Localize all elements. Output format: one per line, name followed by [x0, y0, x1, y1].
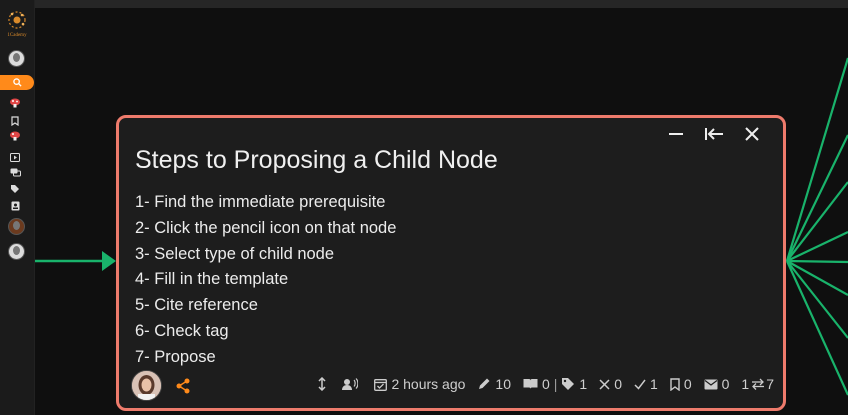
person-icon — [132, 371, 161, 400]
sidebar: 1Cademy — [0, 0, 35, 415]
x-icon — [599, 378, 610, 390]
references-button[interactable]: 0 — [523, 376, 550, 392]
swap-arrows-icon — [752, 378, 765, 390]
search-button[interactable] — [0, 75, 34, 90]
speaker-person-icon — [342, 377, 359, 390]
mushroom-icon — [10, 98, 20, 108]
correct-count: 1 — [650, 376, 658, 392]
links-button[interactable]: 1 7 — [741, 376, 774, 392]
node-content: 1- Find the immediate prerequisite 2- Cl… — [135, 190, 396, 371]
narrate-button[interactable] — [342, 377, 362, 391]
search-icon — [12, 78, 22, 87]
mushroom-icon — [10, 131, 20, 141]
timestamp-text: 2 hours ago — [391, 376, 466, 392]
step-item: 3- Select type of child node — [135, 244, 335, 263]
step-item: 4- Fill in the template — [135, 270, 289, 289]
minimize-button[interactable] — [665, 125, 687, 143]
step-item: 5- Cite reference — [135, 296, 258, 315]
step-item: 6- Check tag — [135, 321, 229, 340]
bookmark-icon — [11, 116, 19, 126]
wrong-vote-button[interactable]: 0 — [599, 376, 622, 392]
chat-icon — [10, 168, 21, 176]
logo-icon — [8, 11, 26, 29]
tag-icon — [11, 185, 19, 193]
tags-button[interactable] — [9, 184, 21, 194]
chat-button[interactable] — [9, 167, 21, 177]
upvote-button[interactable]: 10 — [477, 376, 511, 392]
card-controls — [665, 125, 763, 143]
wrong-count: 0 — [614, 376, 623, 392]
step-item: 7- Propose — [135, 347, 216, 366]
slideshow-icon — [10, 152, 20, 162]
timestamp: 2 hours ago — [374, 376, 465, 392]
pending-proposals-button[interactable] — [9, 131, 21, 141]
logo-text: 1Cademy — [7, 33, 27, 38]
references-count: 0 — [541, 376, 550, 392]
resize-button[interactable] — [318, 377, 330, 391]
contact-card-icon — [11, 201, 19, 211]
vertical-resize-icon — [318, 377, 326, 391]
calendar-check-icon — [374, 378, 388, 391]
node-card[interactable]: Steps to Proposing a Child Node 1- Find … — [116, 115, 786, 411]
node-footer: 2 hours ago 10 0 | 1 0 1 0 0 1 7 — [131, 370, 774, 402]
bookmark-icon — [670, 377, 680, 391]
messages-count: 0 — [721, 376, 730, 392]
collapse-button[interactable] — [703, 125, 725, 143]
node-title: Steps to Proposing a Child Node — [135, 146, 498, 174]
presentations-button[interactable] — [9, 152, 21, 162]
tag-icon — [562, 378, 575, 390]
user-avatar[interactable] — [8, 218, 25, 235]
tags-count: 1 — [579, 376, 588, 392]
messages-button[interactable]: 0 — [704, 376, 730, 392]
bookmarks-button[interactable] — [9, 116, 21, 126]
correct-vote-button[interactable]: 1 — [634, 376, 658, 392]
upvote-count: 10 — [495, 376, 511, 392]
bookmark-button[interactable]: 0 — [670, 376, 692, 392]
book-icon — [523, 379, 538, 389]
divider: | — [553, 376, 558, 392]
leaderboard-button[interactable] — [9, 201, 21, 211]
share-icon[interactable] — [175, 378, 191, 394]
pencil-icon — [479, 378, 490, 389]
close-button[interactable] — [741, 125, 763, 143]
user-avatar[interactable] — [8, 243, 25, 260]
notifications-button[interactable] — [9, 98, 21, 108]
children-count: 7 — [766, 376, 774, 392]
step-item: 1- Find the immediate prerequisite — [135, 193, 386, 211]
user-avatar[interactable] — [8, 50, 25, 67]
tags-button[interactable]: 1 — [561, 376, 587, 392]
node-stats: 2 hours ago 10 0 | 1 0 1 0 0 1 7 — [306, 376, 774, 392]
bookmark-count: 0 — [683, 376, 692, 392]
check-icon — [634, 379, 646, 390]
parents-count: 1 — [741, 376, 750, 392]
arrow-left-to-line-icon — [705, 128, 723, 140]
mail-icon — [704, 379, 718, 389]
author-avatar[interactable] — [131, 370, 162, 401]
step-item: 2- Click the pencil icon on that node — [135, 218, 397, 237]
close-icon — [745, 127, 759, 141]
minimize-icon — [669, 133, 683, 135]
